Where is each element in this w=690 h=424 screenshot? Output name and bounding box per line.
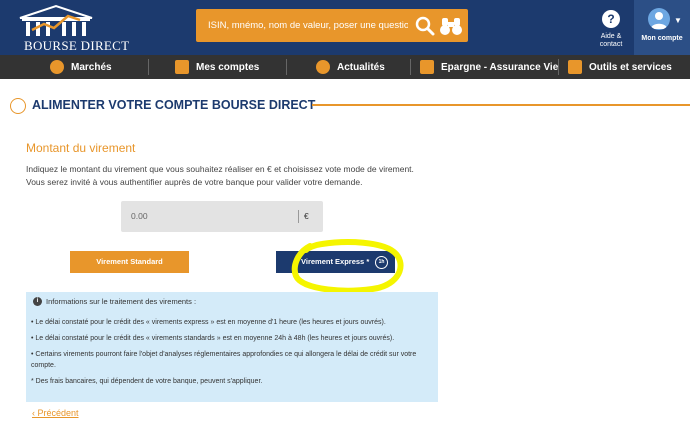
page-title: ALIMENTER VOTRE COMPTE BOURSE DIRECT [32,98,316,112]
amount-input[interactable]: 0.00 € [121,201,323,232]
title-divider [312,104,690,106]
search-input[interactable] [208,9,408,42]
nav-label: Mes comptes [196,61,260,73]
info-box: i Informations sur le traitement des vir… [26,292,438,402]
main-nav: Marchés Mes comptes Actualités Epargne -… [0,55,690,79]
info-icon: i [33,297,42,306]
nav-divider [286,59,287,75]
top-header: BOURSE DIRECT ? Aide & contact ▼ Mon com… [0,0,690,55]
info-list: • Le délai constaté pour le crédit des «… [31,317,431,392]
help-label-line2: contact [599,41,623,48]
nav-item-actualites[interactable]: Actualités [316,55,385,79]
nav-divider [558,59,559,75]
nav-label: Outils et services [589,61,672,73]
account-button[interactable]: ▼ Mon compte [634,0,690,55]
amount-value: 0.00 [131,211,148,221]
briefcase-icon [420,60,434,74]
wallet-icon [10,98,26,114]
page-title-row: ALIMENTER VOTRE COMPTE BOURSE DIRECT [10,97,690,117]
user-avatar-icon [648,8,670,30]
chevron-down-icon: ▼ [674,16,682,25]
description: Indiquez le montant du virement que vous… [26,163,446,188]
amount-divider [298,210,299,223]
list-item: • Le délai constaté pour le crédit des «… [31,335,395,342]
description-line2: Vous serez invité à vous authentifier au… [26,176,363,187]
description-line1: Indiquez le montant du virement que vous… [26,164,414,174]
list-item: • Certains virements pourront faire l'ob… [31,351,417,369]
nav-label: Actualités [337,61,385,73]
list-item: • Le délai constaté pour le crédit des «… [31,319,386,326]
nav-label: Epargne - Assurance Vie [441,61,559,73]
section-title: Montant du virement [26,141,136,155]
nav-item-outils[interactable]: Outils et services [568,55,672,79]
help-label-line1: Aide & [600,33,622,40]
nav-divider [148,59,149,75]
nav-label: Marchés [71,61,112,73]
wallet-icon [175,60,189,74]
virement-standard-button[interactable]: Virement Standard [70,251,189,273]
currency-unit: € [304,211,309,221]
rss-icon [316,60,330,74]
highlight-annotation [291,239,404,294]
bourse-direct-logo[interactable]: BOURSE DIRECT [10,4,129,53]
calculator-icon [568,60,582,74]
account-label: Mon compte [641,35,683,42]
previous-link[interactable]: ‹ Précédent [32,408,79,418]
list-item: * Des frais bancaires, qui dépendent de … [31,378,263,385]
nav-item-mes-comptes[interactable]: Mes comptes [175,55,259,79]
nav-item-epargne[interactable]: Epargne - Assurance Vie [420,55,558,79]
help-icon: ? [602,10,620,28]
nav-divider [410,59,411,75]
bank-icon [50,60,64,74]
info-title: Informations sur le traitement des virem… [46,297,197,306]
search-icon[interactable] [415,16,435,36]
building-logo-icon [19,4,93,36]
nav-item-marches[interactable]: Marchés [50,55,112,79]
binoculars-icon[interactable] [440,16,462,36]
help-contact-button[interactable]: ? Aide & contact [588,0,634,55]
logo-text: BOURSE DIRECT [24,38,130,53]
